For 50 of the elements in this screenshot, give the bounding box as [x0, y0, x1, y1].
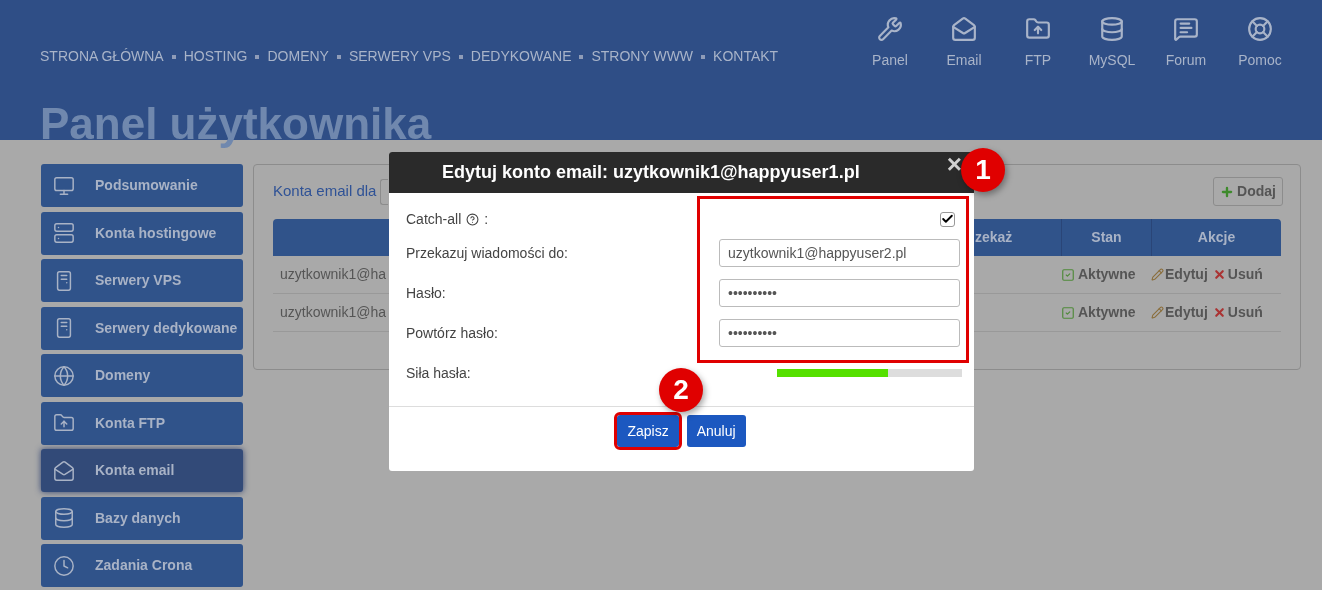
sidebar-item[interactable]: Konta hostingowe	[41, 211, 243, 255]
delete-link[interactable]: Usuń	[1212, 264, 1263, 285]
nav-link[interactable]: STRONY WWW	[591, 46, 694, 67]
step-badge: 1	[961, 148, 1005, 192]
edit-link[interactable]: Edytuj	[1151, 264, 1208, 285]
close-button[interactable]: ×	[946, 152, 962, 176]
sidebar-item[interactable]: Bazy danych	[41, 496, 243, 540]
cancel-button[interactable]: Anuluj	[686, 415, 746, 447]
text-field[interactable]: ••••••••••	[719, 279, 960, 307]
colon-text: :	[484, 209, 489, 229]
shortcut-link[interactable]: Pomoc	[1230, 16, 1290, 71]
nav-link[interactable]: DOMENY	[267, 46, 329, 67]
shortcut-link[interactable]: Email	[934, 16, 994, 71]
sidebar-item[interactable]: Konta FTP	[41, 401, 243, 445]
field-label: Siła hasła:	[406, 363, 471, 383]
status-label: Aktywne	[1061, 264, 1151, 285]
delete-link[interactable]: Usuń	[1212, 302, 1263, 323]
column-header: Akcje	[1197, 228, 1236, 247]
dialog-title: Edytuj konto email: uzytkownik1@happyuser1.pl	[442, 161, 860, 184]
text-field[interactable]: ••••••••••	[719, 319, 960, 347]
page-title: Panel użytkownika	[40, 98, 432, 150]
field-label: Powtórz hasło:	[406, 323, 498, 343]
shortcut-link[interactable]: Panel	[860, 16, 920, 71]
sidebar-item[interactable]: Konta email	[41, 449, 243, 492]
shortcut-link[interactable]: MySQL	[1082, 16, 1142, 71]
nav-link[interactable]: HOSTING	[183, 46, 248, 67]
sidebar-item[interactable]: Serwery VPS	[41, 259, 243, 302]
table-cell-text: uzytkownik1@ha	[280, 265, 388, 284]
nav-link[interactable]: SERWERY VPS	[348, 46, 451, 67]
table-cell-text: uzytkownik1@ha	[280, 303, 388, 322]
field-label: Hasło:	[406, 283, 446, 303]
panel-heading: Konta email dla	[273, 181, 377, 202]
sidebar-item[interactable]: Zadania Crona	[41, 544, 243, 587]
nav-link[interactable]: DEDYKOWANE	[470, 46, 572, 67]
save-button[interactable]: Zapisz	[617, 415, 679, 447]
edit-link[interactable]: Edytuj	[1151, 302, 1208, 323]
add-button[interactable]: Dodaj	[1213, 177, 1283, 206]
text-field[interactable]: uzytkownik1@happyuser2.pl	[719, 239, 960, 267]
nav-link[interactable]: KONTAKT	[713, 46, 779, 67]
field-label: Przekazuj wiadomości do:	[406, 243, 568, 263]
column-header: Stan	[1091, 228, 1122, 247]
field-label: Catch-all	[406, 209, 462, 229]
status-label: Aktywne	[1061, 302, 1151, 323]
sidebar-item[interactable]: Serwery dedykowane	[41, 306, 243, 350]
sidebar-item[interactable]: Podsumowanie	[41, 164, 243, 207]
nav-link[interactable]: STRONA GŁÓWNA	[40, 46, 164, 67]
sidebar-item[interactable]: Domeny	[41, 354, 243, 397]
shortcut-link[interactable]: FTP	[1008, 16, 1068, 71]
column-header: zekaż	[975, 228, 1013, 247]
shortcut-link[interactable]: Forum	[1156, 16, 1216, 71]
